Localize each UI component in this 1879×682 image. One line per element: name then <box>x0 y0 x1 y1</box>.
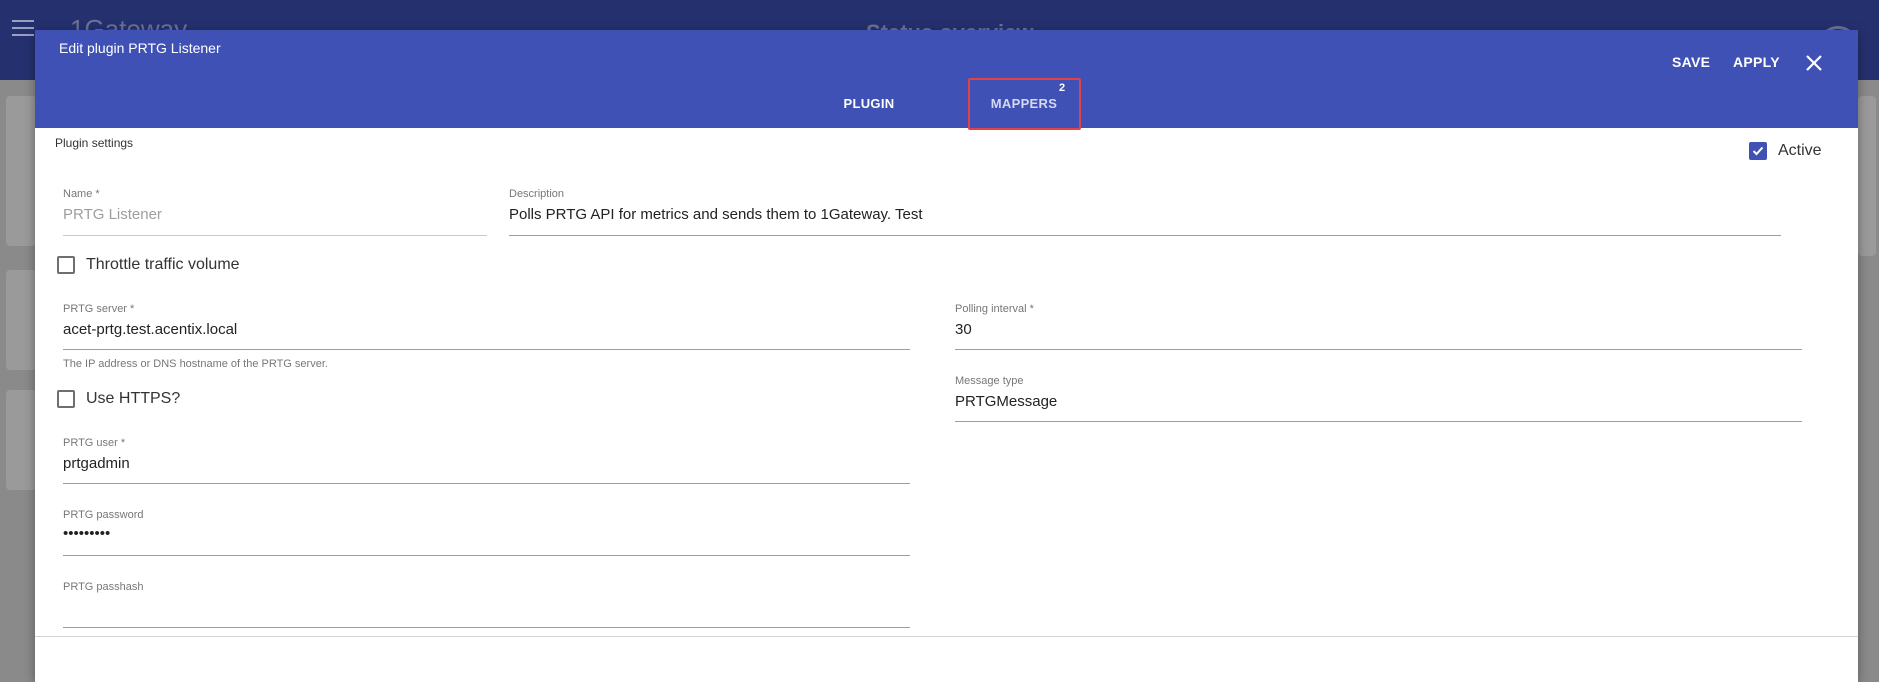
message-type-label: Message type <box>955 375 1024 387</box>
save-button[interactable]: SAVE <box>1672 54 1710 70</box>
polling-interval-label: Polling interval * <box>955 303 1034 315</box>
throttle-label: Throttle traffic volume <box>86 256 240 273</box>
description-underline <box>509 235 1781 236</box>
dialog-header: Edit plugin PRTG Listener SAVE APPLY PLU… <box>35 30 1858 130</box>
prtg-password-field[interactable]: ••••••••• <box>63 525 110 542</box>
description-field[interactable]: Polls PRTG API for metrics and sends the… <box>509 206 923 223</box>
section-title: Plugin settings <box>55 136 134 150</box>
checkmark-icon <box>1752 146 1764 156</box>
throttle-checkbox[interactable] <box>57 256 75 274</box>
tab-plugin[interactable]: PLUGIN <box>805 96 933 128</box>
background-card <box>1858 96 1876 256</box>
prtg-server-field[interactable]: acet-prtg.test.acentix.local <box>63 321 237 338</box>
use-https-checkbox[interactable] <box>57 390 75 408</box>
description-label: Description <box>509 188 565 200</box>
name-field[interactable]: PRTG Listener <box>63 206 162 223</box>
prtg-password-label: PRTG password <box>63 509 144 521</box>
name-underline <box>63 235 487 236</box>
active-label: Active <box>1778 142 1822 159</box>
prtg-passhash-label: PRTG passhash <box>63 581 144 593</box>
apply-button[interactable]: APPLY <box>1733 54 1780 70</box>
prtg-user-label: PRTG user * <box>63 437 126 449</box>
prtg-passhash-field[interactable] <box>63 599 910 621</box>
edit-plugin-dialog: Edit plugin PRTG Listener SAVE APPLY PLU… <box>35 30 1858 682</box>
background-card <box>6 270 36 370</box>
prtg-server-label: PRTG server * <box>63 303 135 315</box>
prtg-passhash-underline <box>63 627 910 628</box>
dialog-title: Edit plugin PRTG Listener <box>59 40 221 56</box>
prtg-password-underline <box>63 555 910 556</box>
polling-interval-field[interactable]: 30 <box>955 321 972 338</box>
menu-icon <box>12 20 34 36</box>
prtg-user-underline <box>63 483 910 484</box>
message-type-underline <box>955 421 1802 422</box>
prtg-server-underline <box>63 349 910 350</box>
active-checkbox[interactable] <box>1749 142 1767 160</box>
name-label: Name * <box>63 188 100 200</box>
background-card <box>6 390 36 490</box>
close-icon[interactable] <box>1803 52 1825 74</box>
background-card <box>6 96 36 246</box>
prtg-user-field[interactable]: prtgadmin <box>63 455 130 472</box>
use-https-label: Use HTTPS? <box>86 390 181 407</box>
polling-interval-underline <box>955 349 1802 350</box>
dialog-divider <box>35 636 1858 637</box>
mappers-tab-highlight <box>968 78 1081 130</box>
message-type-field[interactable]: PRTGMessage <box>955 393 1057 410</box>
prtg-server-hint: The IP address or DNS hostname of the PR… <box>63 358 328 370</box>
